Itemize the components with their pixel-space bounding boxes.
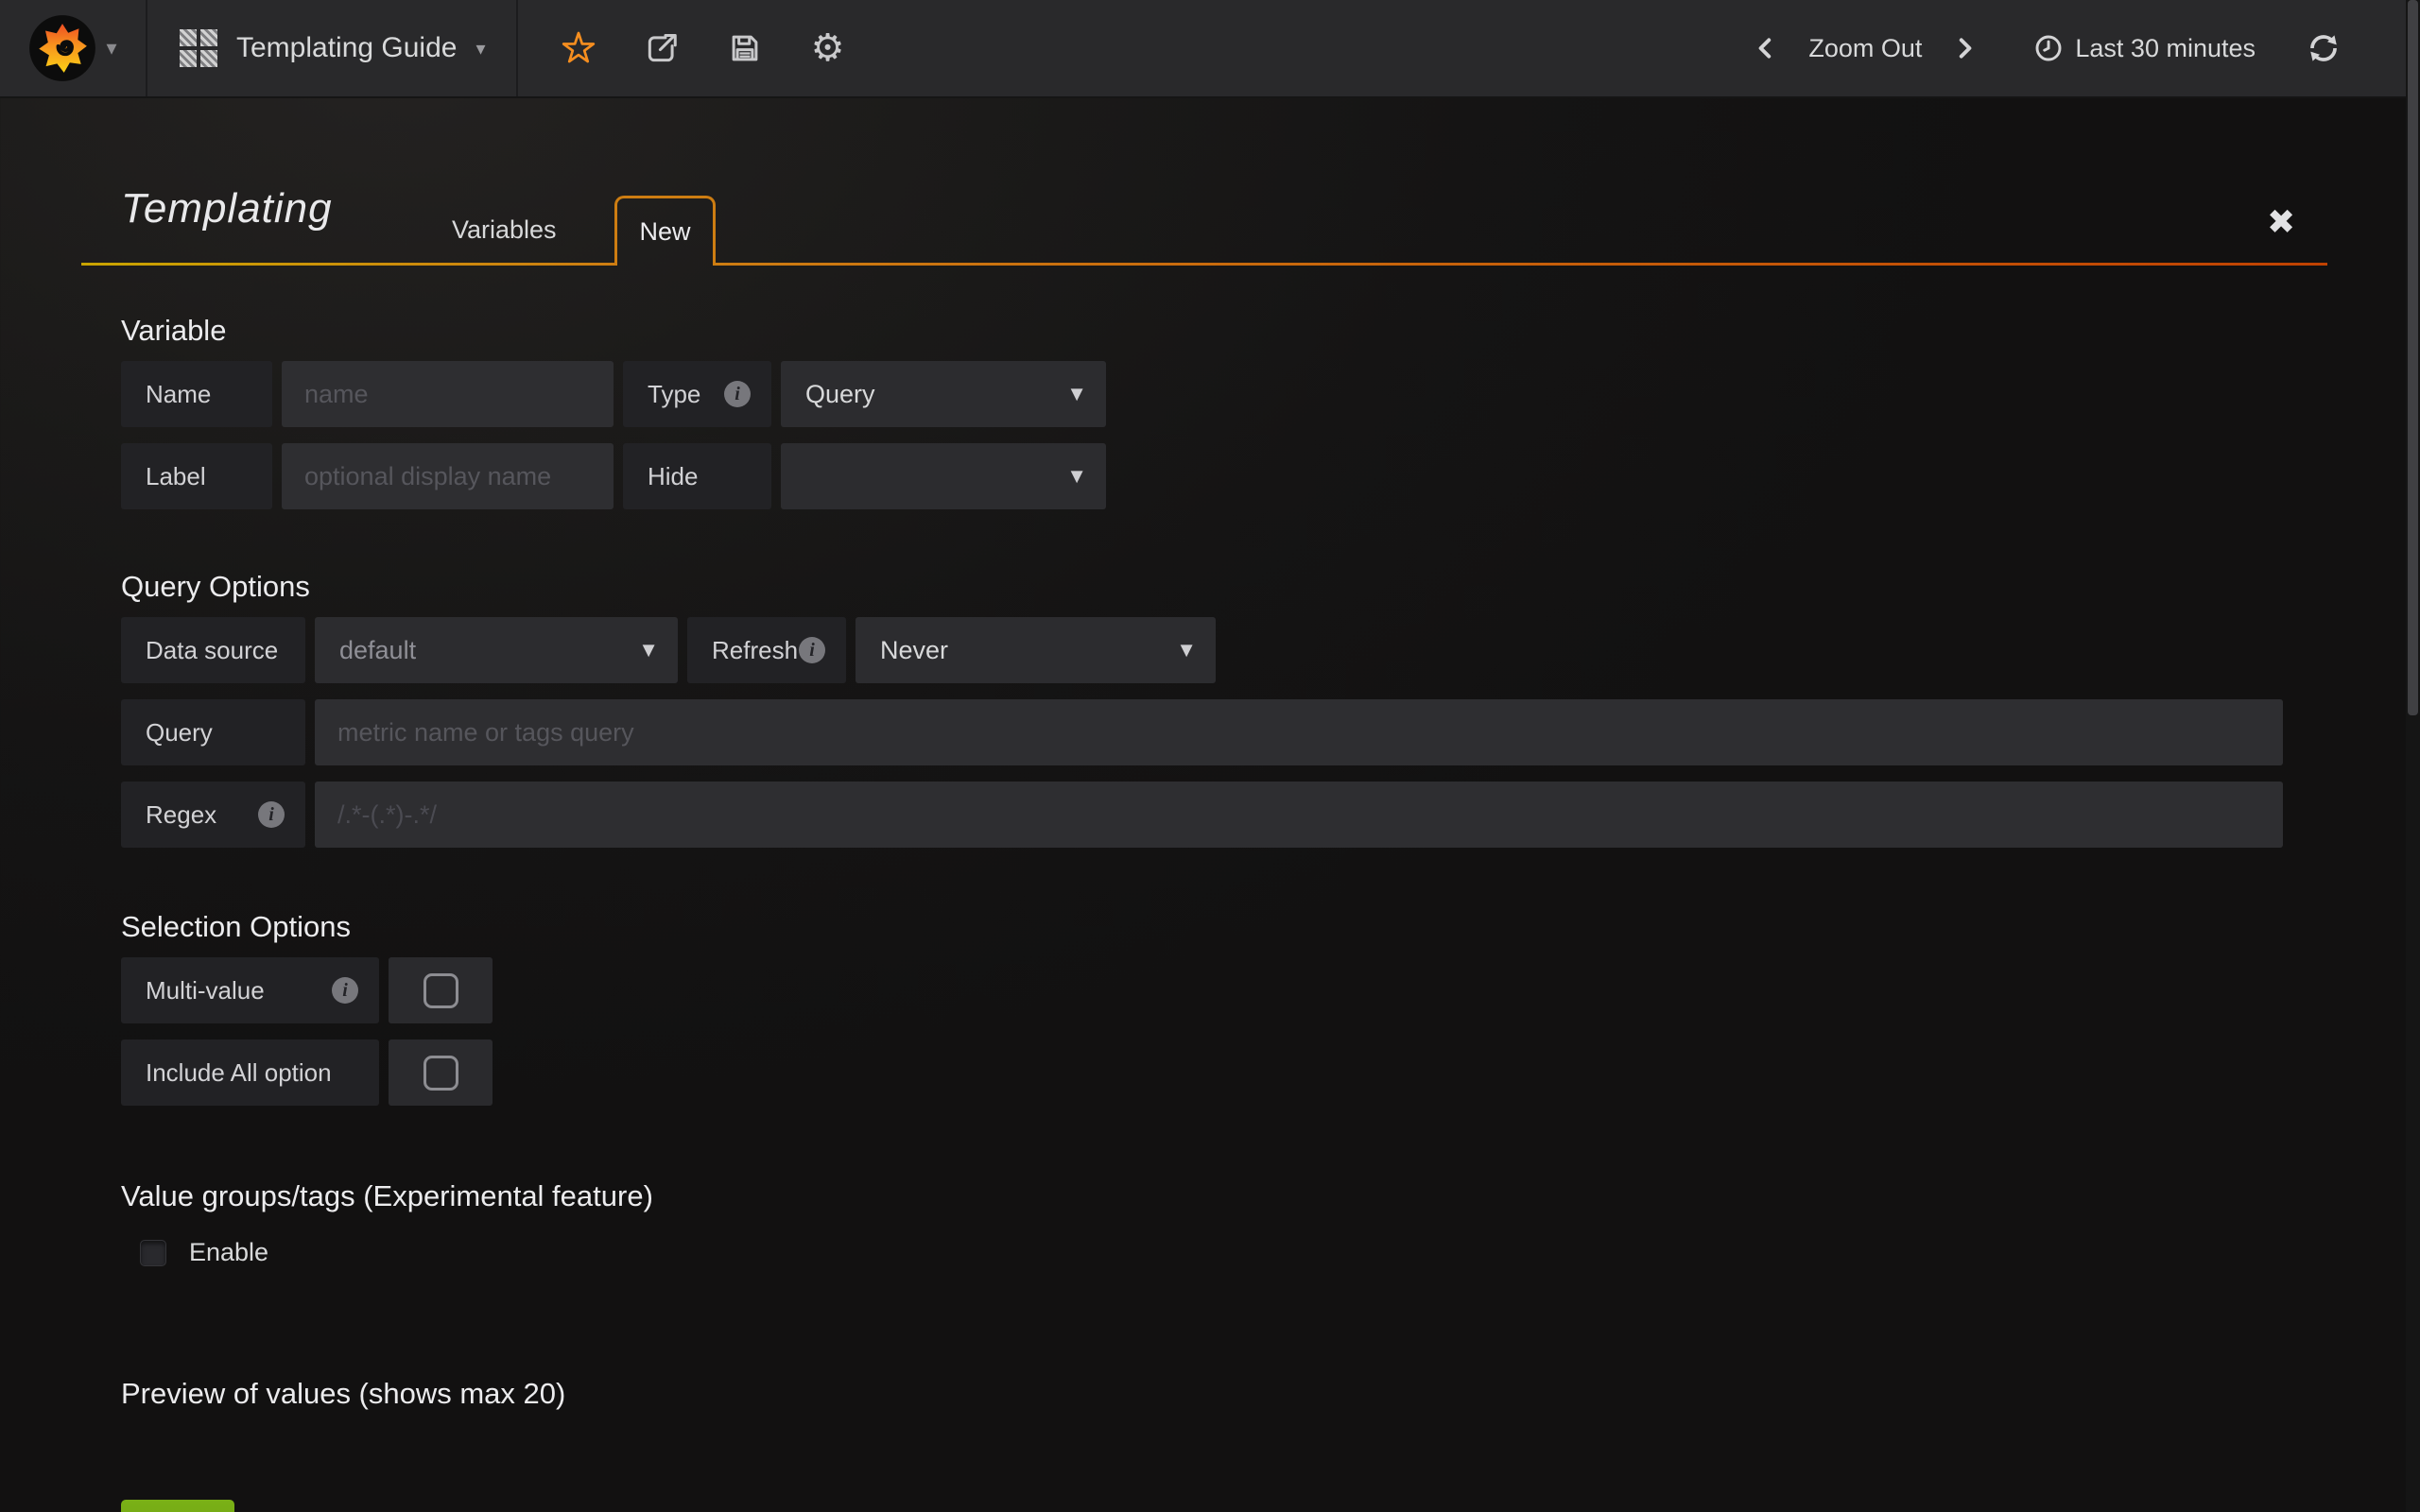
vertical-scrollbar[interactable]	[2406, 0, 2420, 1512]
scrollbar-thumb[interactable]	[2408, 0, 2418, 715]
save-button[interactable]	[726, 29, 764, 67]
query-options-heading: Query Options	[121, 570, 2420, 604]
grafana-menu-button[interactable]: ▾	[0, 0, 147, 96]
page-title: Templating	[121, 185, 333, 232]
datasource-row: Data source default ▼ Refresh i Never ▼	[121, 617, 2420, 683]
variable-section-heading: Variable	[121, 314, 2420, 348]
regex-label: Regex i	[121, 782, 305, 848]
time-range-picker[interactable]: Last 30 minutes	[2033, 33, 2256, 63]
zoom-out-button[interactable]: Zoom Out	[1797, 34, 1933, 63]
time-shift-forward-button[interactable]	[1933, 34, 1996, 62]
name-label: Name	[121, 361, 272, 427]
preview-heading: Preview of values (shows max 20)	[121, 1377, 2420, 1411]
time-shift-back-button[interactable]	[1735, 34, 1797, 62]
share-button[interactable]	[643, 29, 681, 67]
refresh-label: Refresh i	[687, 617, 846, 683]
variable-label-row: Label Hide ▼	[121, 443, 2420, 509]
value-groups-heading: Value groups/tags (Experimental feature)	[121, 1179, 2420, 1213]
query-row: Query	[121, 699, 2420, 765]
query-input[interactable]	[315, 699, 2283, 765]
selection-options-heading: Selection Options	[121, 910, 2420, 944]
caret-down-icon: ▾	[106, 36, 116, 60]
include-all-checkbox[interactable]	[389, 1040, 493, 1106]
templating-editor: Variable Name Type i Query ▼ Label Hide …	[0, 314, 2420, 1512]
query-label: Query	[121, 699, 305, 765]
label-input[interactable]	[282, 443, 614, 509]
regex-input[interactable]	[315, 782, 2283, 848]
enable-label: Enable	[189, 1238, 268, 1267]
enable-row: Enable	[140, 1238, 2420, 1267]
refresh-button[interactable]	[2305, 29, 2342, 67]
info-icon[interactable]: i	[724, 381, 751, 407]
include-all-label: Include All option	[121, 1040, 379, 1106]
enable-checkbox[interactable]	[140, 1240, 166, 1266]
clock-icon	[2033, 33, 2064, 63]
star-favorite-button[interactable]	[560, 29, 597, 67]
dashboard-grid-icon	[180, 29, 217, 67]
checkbox-icon	[424, 1056, 458, 1091]
regex-row: Regex i	[121, 782, 2420, 848]
refresh-select[interactable]: Never ▼	[856, 617, 1216, 683]
multi-value-label: Multi-value i	[121, 957, 379, 1023]
close-icon[interactable]: ✖	[2267, 202, 2295, 242]
grafana-logo-icon	[28, 14, 96, 82]
datasource-select[interactable]: default ▼	[315, 617, 678, 683]
select-caret-icon: ▼	[638, 638, 659, 662]
select-caret-icon: ▼	[1066, 382, 1087, 406]
hide-select[interactable]: ▼	[781, 443, 1106, 509]
multi-value-row: Multi-value i	[121, 957, 2420, 1023]
tab-variables[interactable]: Variables	[452, 215, 557, 245]
caret-down-icon: ▾	[475, 37, 485, 60]
header-underline	[716, 263, 2327, 266]
add-button[interactable]: Add	[121, 1500, 234, 1512]
label-label: Label	[121, 443, 272, 509]
multi-value-checkbox[interactable]	[389, 957, 493, 1023]
settings-gear-button[interactable]: ⚙	[809, 29, 847, 67]
hide-label: Hide	[623, 443, 771, 509]
tab-new[interactable]: New	[614, 196, 716, 266]
checkbox-icon	[424, 973, 458, 1008]
select-caret-icon: ▼	[1066, 464, 1087, 489]
info-icon[interactable]: i	[258, 801, 285, 828]
templating-header: Templating Variables New ✖	[0, 98, 2420, 285]
top-navbar: ▾ Templating Guide ▾	[0, 0, 2420, 98]
info-icon[interactable]: i	[799, 637, 825, 663]
info-icon[interactable]: i	[332, 977, 358, 1004]
dashboard-title: Templating Guide	[236, 32, 457, 64]
gear-icon: ⚙	[811, 29, 845, 67]
header-underline	[81, 263, 614, 266]
name-input[interactable]	[282, 361, 614, 427]
datasource-label: Data source	[121, 617, 305, 683]
variable-name-row: Name Type i Query ▼	[121, 361, 2420, 427]
type-label: Type i	[623, 361, 771, 427]
dashboard-title-dropdown[interactable]: Templating Guide ▾	[147, 0, 516, 96]
select-caret-icon: ▼	[1176, 638, 1197, 662]
type-select[interactable]: Query ▼	[781, 361, 1106, 427]
time-range-label: Last 30 minutes	[2075, 34, 2256, 63]
include-all-row: Include All option	[121, 1040, 2420, 1106]
